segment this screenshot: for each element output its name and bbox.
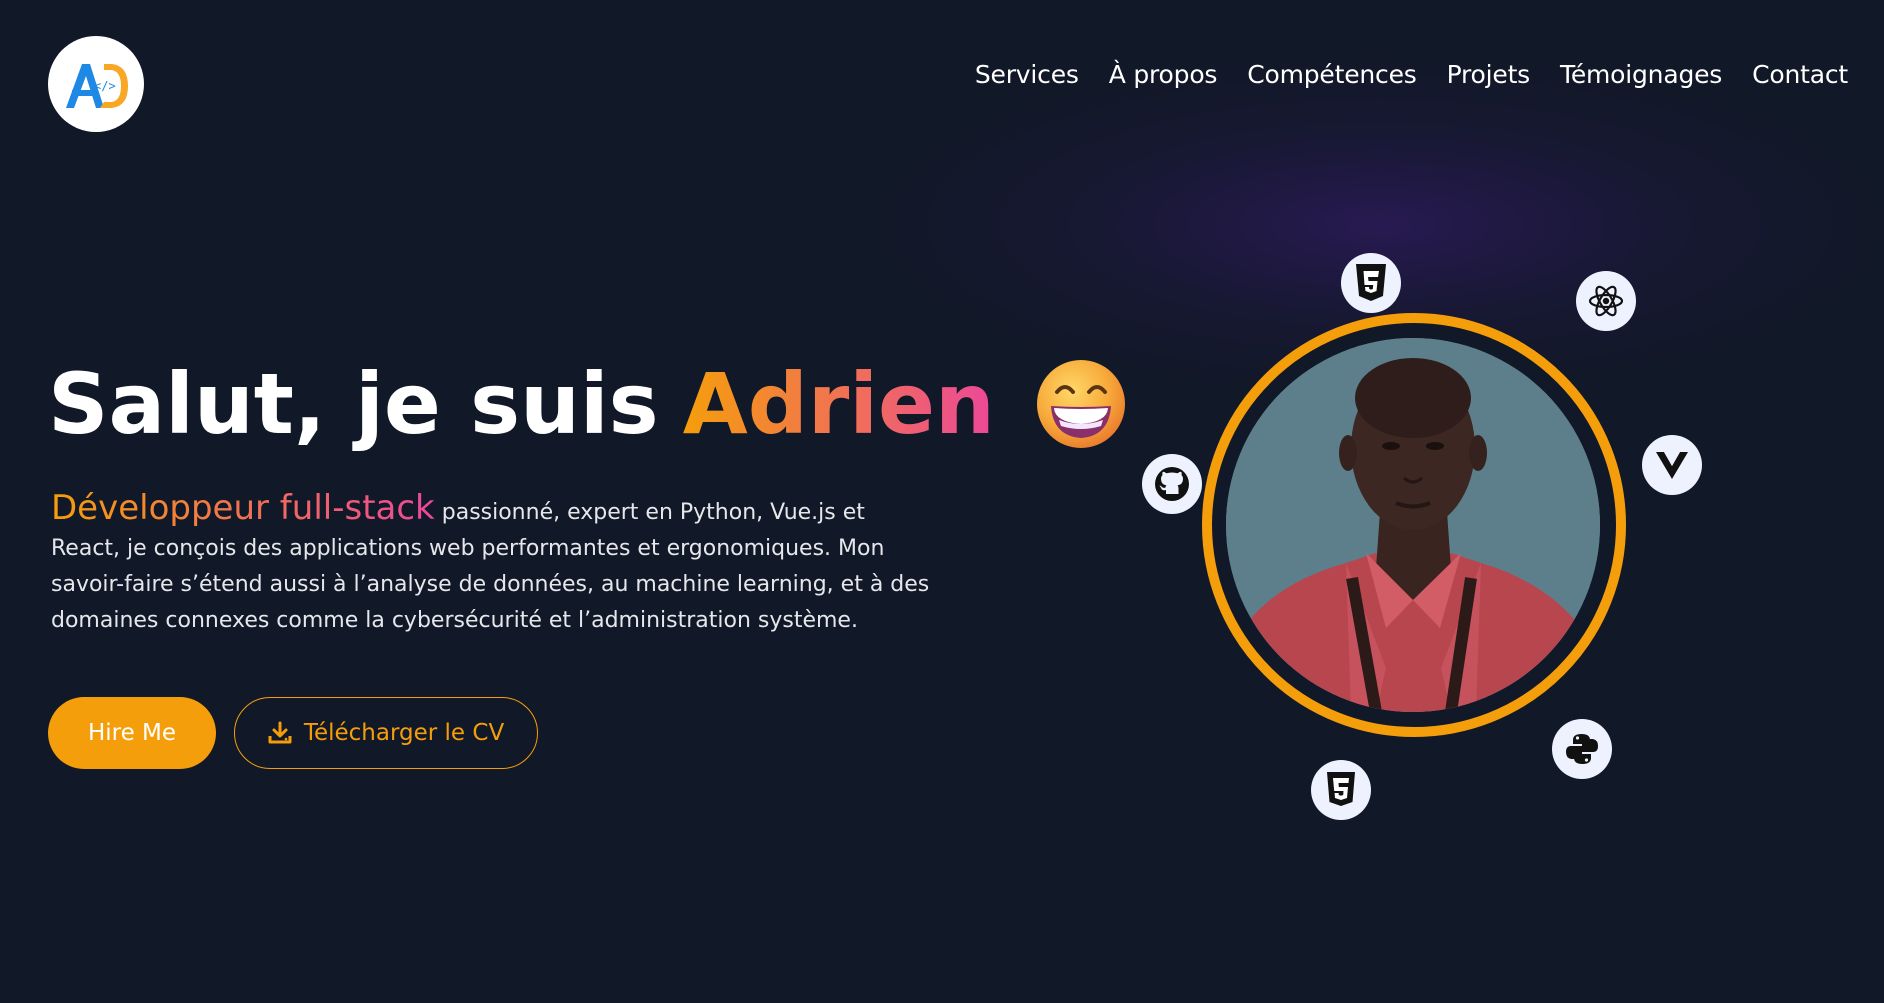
nav-about[interactable]: À propos: [1109, 60, 1218, 89]
css3-icon: [1341, 253, 1401, 313]
hero-title: Salut, je suis Adrien: [48, 358, 1127, 450]
logo-mark: </>: [66, 64, 128, 108]
nav-projects[interactable]: Projets: [1447, 60, 1531, 89]
nav-services[interactable]: Services: [975, 60, 1079, 89]
github-icon[interactable]: [1142, 454, 1202, 514]
hero-description: Développeur full-stack passionné, expert…: [51, 490, 931, 639]
main-nav: Services À propos Compétences Projets Té…: [975, 60, 1848, 89]
hero-name: Adrien: [682, 355, 995, 453]
grinning-emoji-icon: [1035, 358, 1127, 450]
html5-icon: [1311, 760, 1371, 820]
hero-greeting: Salut, je suis: [48, 355, 659, 453]
site-logo[interactable]: </>: [48, 36, 144, 132]
nav-testimonials[interactable]: Témoignages: [1560, 60, 1722, 89]
download-cv-label: Télécharger le CV: [303, 720, 505, 746]
page: </> Services À propos Compétences Projet…: [0, 0, 1884, 1003]
download-icon: [268, 721, 292, 744]
download-cv-button[interactable]: Télécharger le CV: [234, 697, 538, 769]
nav-skills[interactable]: Compétences: [1247, 60, 1417, 89]
hero-role: Développeur full-stack: [51, 488, 435, 528]
profile-photo: [1226, 338, 1600, 712]
vue-icon: [1642, 435, 1702, 495]
logo-code: </>: [94, 79, 116, 93]
python-icon: [1552, 719, 1612, 779]
nav-contact[interactable]: Contact: [1752, 60, 1848, 89]
react-icon: [1576, 271, 1636, 331]
hire-me-button[interactable]: Hire Me: [48, 697, 216, 769]
